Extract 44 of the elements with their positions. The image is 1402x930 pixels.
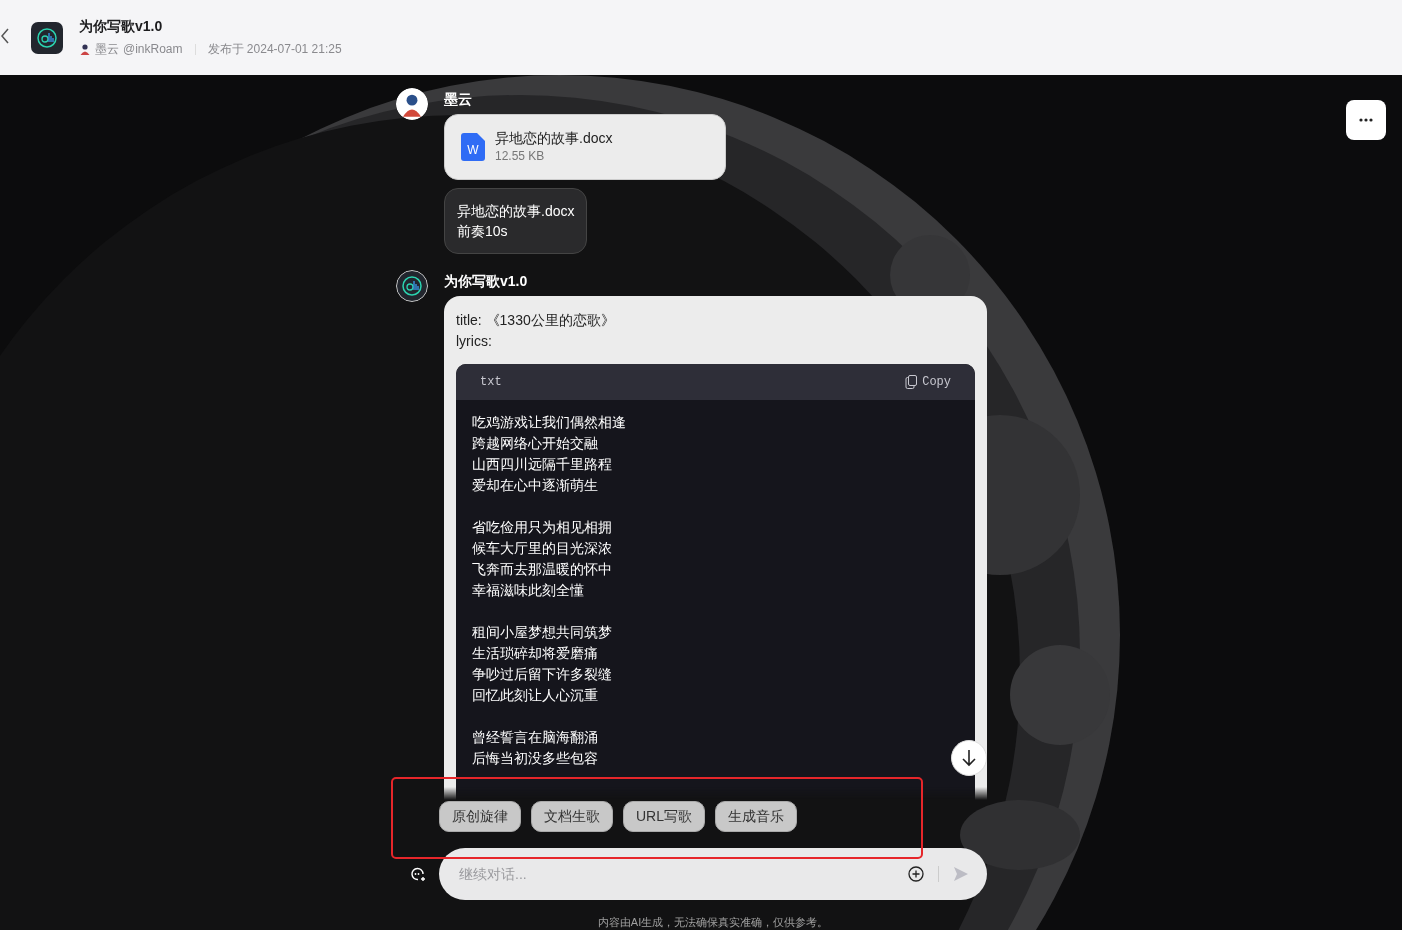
sender-name: 墨云: [444, 90, 473, 108]
lyric-line: 爱却在心中逐渐萌生: [472, 476, 599, 495]
lyric-line: 后悔当初没多些包容: [472, 749, 599, 768]
lyric-line: 幸福滋味此刻全懂: [472, 581, 585, 600]
back-icon[interactable]: [0, 27, 10, 45]
publish-date: 发布于 2024-07-01 21:25: [207, 41, 342, 58]
file-size: 12.55 KB: [495, 148, 546, 165]
more-icon: [1359, 118, 1373, 122]
message-bubble: 异地恋的故事.docx 前奏10s: [444, 188, 588, 254]
input-bar[interactable]: 继续对话...: [439, 848, 987, 900]
file-name: 异地恋的故事.docx: [495, 129, 613, 147]
reply-text: lyrics:: [456, 332, 493, 351]
code-language: txt: [480, 374, 502, 391]
lyric-line: 回忆此刻让人心沉重: [472, 686, 599, 705]
lyric-line: 跨越网络心开始交融: [472, 434, 599, 453]
suggestion-chip[interactable]: 文档生歌: [531, 801, 613, 832]
suggestion-chip[interactable]: 原创旋律: [439, 801, 521, 832]
document-icon: W: [461, 133, 485, 161]
copy-button[interactable]: Copy: [905, 373, 951, 391]
message-input[interactable]: 继续对话...: [457, 862, 908, 886]
author-handle: @inkRoam: [123, 41, 183, 58]
bot-avatar: [396, 270, 428, 302]
lyric-line: 飞奔而去那温暖的怀中: [472, 560, 613, 579]
lyric-line: 省吃俭用只为相见相拥: [472, 518, 613, 537]
sender-name: 为你写歌v1.0: [444, 272, 529, 290]
more-button[interactable]: [1346, 100, 1386, 140]
lyric-line: 租间小屋梦想共同筑梦: [472, 623, 613, 642]
suggestion-chip[interactable]: 生成音乐: [715, 801, 797, 832]
suggestion-chip[interactable]: URL写歌: [623, 801, 705, 832]
lyric-line: 曾经誓言在脑海翻涌: [472, 728, 599, 747]
lyric-line: 山西四川远隔千里路程: [472, 455, 613, 474]
lyric-line: 候车大厅里的目光深浓: [472, 539, 613, 558]
user-avatar: [396, 88, 428, 120]
file-card[interactable]: W 异地恋的故事.docx 12.55 KB: [444, 114, 726, 180]
disclaimer-text: 内容由AI生成，无法确保真实准确，仅供参考。: [596, 915, 830, 930]
reply-text: title: 《1330公里的恋歌》: [456, 311, 616, 330]
down-arrow-icon: [961, 749, 977, 767]
clipboard-icon: [905, 375, 918, 389]
author-avatar-icon: [79, 43, 91, 55]
lyric-line: 争吵过后留下许多裂缝: [472, 665, 613, 684]
lyric-line: 吃鸡游戏让我们偶然相逢: [472, 413, 627, 432]
app-title: 为你写歌v1.0: [79, 17, 164, 35]
lyric-line: 生活琐碎却将爱磨痛: [472, 644, 599, 663]
add-icon[interactable]: [908, 866, 924, 882]
